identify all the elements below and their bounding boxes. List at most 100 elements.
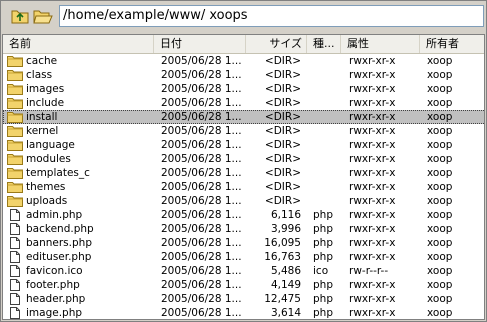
name-cell: include: [5, 96, 155, 110]
folder-row[interactable]: uploads 2005/06/28 1... <DIR> rwxr-xr-x xoop: [3, 194, 484, 208]
owner-cell: xoop: [427, 111, 453, 123]
size-cell: 16,095: [264, 237, 301, 249]
size-cell: <DIR>: [264, 139, 301, 151]
owner-cell: xoop: [427, 265, 453, 277]
folder-row[interactable]: kernel 2005/06/28 1... <DIR> rwxr-xr-x xoop: [3, 124, 484, 138]
file-row[interactable]: image.php 2005/06/28 1... 3,614 php rwxr-xr-…: [3, 306, 484, 319]
file-row[interactable]: admin.php 2005/06/28 1... 6,116 php rwxr-xr-…: [3, 208, 484, 222]
type-cell: [313, 54, 341, 68]
file-name: banners.php: [26, 237, 92, 249]
file-row[interactable]: banners.php 2005/06/28 1... 16,095 php rwxr-…: [3, 236, 484, 250]
file-list[interactable]: 名前 日付 サイズ 種... 属性 所有者 cache 2005/06/28 1.…: [2, 34, 485, 320]
date-cell: 2005/06/28 1...: [161, 111, 242, 123]
date-cell: 2005/06/28 1...: [161, 125, 242, 137]
date-cell: 2005/06/28 1...: [161, 69, 242, 81]
size-cell: 5,486: [270, 265, 301, 277]
file-row[interactable]: header.php 2005/06/28 1... 12,475 php rwxr-x…: [3, 292, 484, 306]
file-name: edituser.php: [26, 251, 92, 263]
name-cell: favicon.ico: [5, 264, 155, 278]
folder-row[interactable]: themes 2005/06/28 1... <DIR> rwxr-xr-x xoop: [3, 180, 484, 194]
owner-cell: xoop: [427, 97, 453, 109]
name-cell: footer.php: [5, 278, 155, 292]
column-name[interactable]: 名前: [3, 35, 154, 53]
file-name: cache: [26, 55, 58, 67]
size-cell: 12,475: [264, 293, 301, 305]
size-cell: 6,116: [270, 209, 301, 221]
date-cell: 2005/06/28 1...: [161, 307, 242, 319]
column-owner[interactable]: 所有者: [420, 35, 484, 53]
attributes-cell: rwxr-xr-x: [349, 55, 396, 67]
name-cell: edituser.php: [5, 250, 155, 264]
file-name: footer.php: [26, 279, 80, 291]
owner-cell: xoop: [427, 195, 453, 207]
folder-row[interactable]: modules 2005/06/28 1... <DIR> rwxr-xr-x xoop: [3, 152, 484, 166]
file-row[interactable]: backend.php 2005/06/28 1... 3,996 php rwxr-x…: [3, 222, 484, 236]
folder-row[interactable]: templates_c 2005/06/28 1... <DIR> rwxr-xr-x…: [3, 166, 484, 180]
toolbar: /home/example/www/ xoops: [1, 1, 486, 33]
column-type[interactable]: 種...: [307, 35, 341, 53]
type-cell: [313, 110, 341, 124]
date-cell: 2005/06/28 1...: [161, 83, 242, 95]
folder-row[interactable]: language 2005/06/28 1... <DIR> rwxr-xr-x xoo…: [3, 138, 484, 152]
folder-row[interactable]: cache 2005/06/28 1... <DIR> rwxr-xr-x xoop: [3, 54, 484, 68]
file-name: images: [26, 83, 65, 95]
owner-cell: xoop: [427, 223, 453, 235]
folder-icon: [7, 125, 23, 137]
owner-cell: xoop: [427, 279, 453, 291]
owner-cell: xoop: [427, 209, 453, 221]
date-cell: 2005/06/28 1...: [161, 237, 242, 249]
type-cell: [313, 124, 341, 138]
file-name: install: [26, 111, 58, 123]
folder-row[interactable]: class 2005/06/28 1... <DIR> rwxr-xr-x xoop: [3, 68, 484, 82]
size-cell: <DIR>: [264, 97, 301, 109]
folder-icon: [7, 69, 23, 81]
attributes-cell: rwxr-xr-x: [349, 251, 396, 263]
type-cell: [313, 96, 341, 110]
size-cell: <DIR>: [264, 69, 301, 81]
name-cell: images: [5, 82, 155, 96]
attributes-cell: rwxr-xr-x: [349, 111, 396, 123]
type-cell: [313, 68, 341, 82]
owner-cell: xoop: [427, 153, 453, 165]
folder-row[interactable]: images 2005/06/28 1... <DIR> rwxr-xr-x xoop: [3, 82, 484, 96]
folder-icon: [7, 83, 23, 95]
file-row[interactable]: edituser.php 2005/06/28 1... 16,763 php rwxr…: [3, 250, 484, 264]
path-input[interactable]: /home/example/www/ xoops: [59, 5, 484, 27]
file-icon: [7, 279, 23, 291]
name-cell: language: [5, 138, 155, 152]
size-cell: 4,149: [270, 279, 301, 291]
folder-icon: [7, 167, 23, 179]
name-cell: kernel: [5, 124, 155, 138]
folder-row[interactable]: include 2005/06/28 1... <DIR> rwxr-xr-x xoop: [3, 96, 484, 110]
folder-icon: [7, 111, 23, 123]
size-cell: 3,996: [270, 223, 301, 235]
folder-row[interactable]: install 2005/06/28 1... <DIR> rwxr-xr-x xoop: [3, 110, 484, 124]
type-cell: [313, 138, 341, 152]
name-cell: templates_c: [5, 166, 155, 180]
file-name: admin.php: [26, 209, 83, 221]
date-cell: 2005/06/28 1...: [161, 195, 242, 207]
attributes-cell: rwxr-xr-x: [349, 139, 396, 151]
date-cell: 2005/06/28 1...: [161, 139, 242, 151]
open-folder-button[interactable]: [33, 7, 53, 25]
column-size[interactable]: サイズ: [246, 35, 307, 53]
size-cell: 16,763: [264, 251, 301, 263]
file-row[interactable]: favicon.ico 2005/06/28 1... 5,486 ico rw-r--…: [3, 264, 484, 278]
folder-icon: [7, 153, 23, 165]
type-cell: php: [313, 223, 333, 235]
folder-icon: [7, 97, 23, 109]
file-name: include: [26, 97, 65, 109]
file-row[interactable]: footer.php 2005/06/28 1... 4,149 php rwxr-xr…: [3, 278, 484, 292]
column-header: 名前 日付 サイズ 種... 属性 所有者: [3, 35, 484, 54]
column-attributes[interactable]: 属性: [341, 35, 420, 53]
size-cell: <DIR>: [264, 55, 301, 67]
name-cell: banners.php: [5, 236, 155, 250]
owner-cell: xoop: [427, 83, 453, 95]
type-cell: php: [313, 293, 333, 305]
type-cell: ico: [313, 265, 329, 277]
folder-up-button[interactable]: [10, 7, 30, 25]
column-date[interactable]: 日付: [154, 35, 246, 53]
attributes-cell: rwxr-xr-x: [349, 97, 396, 109]
owner-cell: xoop: [427, 139, 453, 151]
attributes-cell: rwxr-xr-x: [349, 209, 396, 221]
